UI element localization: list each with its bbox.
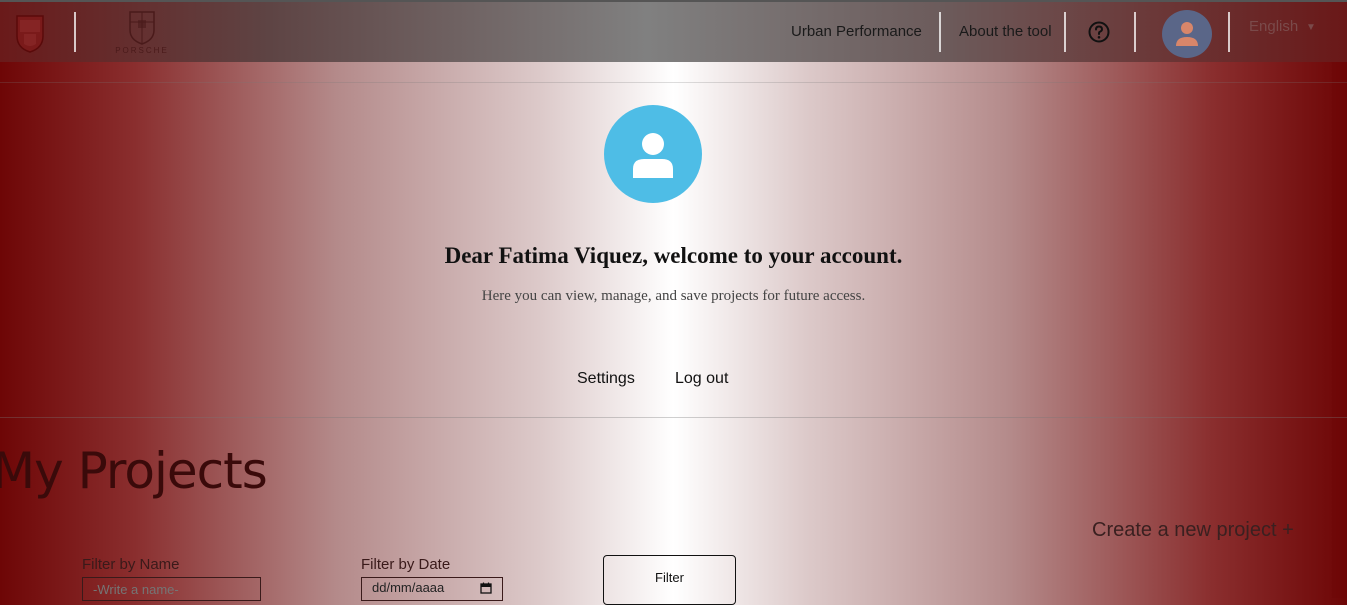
chevron-down-icon[interactable]: ▼ <box>1306 22 1316 33</box>
porsche-crest-icon <box>129 11 155 45</box>
brand-wordmark: PORSCHE <box>115 46 169 55</box>
user-icon <box>633 133 673 178</box>
language-select[interactable]: English <box>1249 18 1298 35</box>
logout-link[interactable]: Log out <box>675 370 728 388</box>
filter-name-input[interactable] <box>82 577 261 601</box>
filter-date-label: Filter by Date <box>361 556 451 573</box>
nav-urban-performance[interactable]: Urban Performance <box>791 23 922 40</box>
profile-avatar <box>604 105 702 203</box>
filter-date-input[interactable]: dd/mm/aaaa <box>361 577 503 601</box>
brand-logo[interactable]: PORSCHE <box>100 10 184 58</box>
nav-divider <box>1134 12 1136 52</box>
top-navbar: PORSCHE Urban Performance About the tool… <box>0 0 1347 62</box>
date-placeholder: dd/mm/aaaa <box>372 580 445 595</box>
calendar-icon[interactable] <box>480 582 492 594</box>
user-avatar-button[interactable] <box>1162 10 1212 58</box>
question-circle-icon[interactable] <box>1088 21 1110 43</box>
nav-divider <box>1228 12 1230 52</box>
welcome-title: Dear Fatima Viquez, welcome to your acco… <box>444 243 903 268</box>
nav-about-the-tool[interactable]: About the tool <box>959 23 1052 40</box>
filter-name-label: Filter by Name <box>82 556 180 573</box>
create-project-link[interactable]: Create a new project + <box>1092 519 1294 542</box>
nav-divider <box>1064 12 1066 52</box>
nav-divider <box>939 12 941 52</box>
page-title: My Projects <box>0 442 268 500</box>
welcome-panel: Dear Fatima Viquez, welcome to your acco… <box>0 82 1347 418</box>
nav-divider <box>74 12 76 52</box>
porsche-crest-icon[interactable] <box>14 12 46 54</box>
settings-link[interactable]: Settings <box>577 370 635 388</box>
welcome-subtitle: Here you can view, manage, and save proj… <box>481 288 866 304</box>
user-icon <box>1176 22 1198 46</box>
